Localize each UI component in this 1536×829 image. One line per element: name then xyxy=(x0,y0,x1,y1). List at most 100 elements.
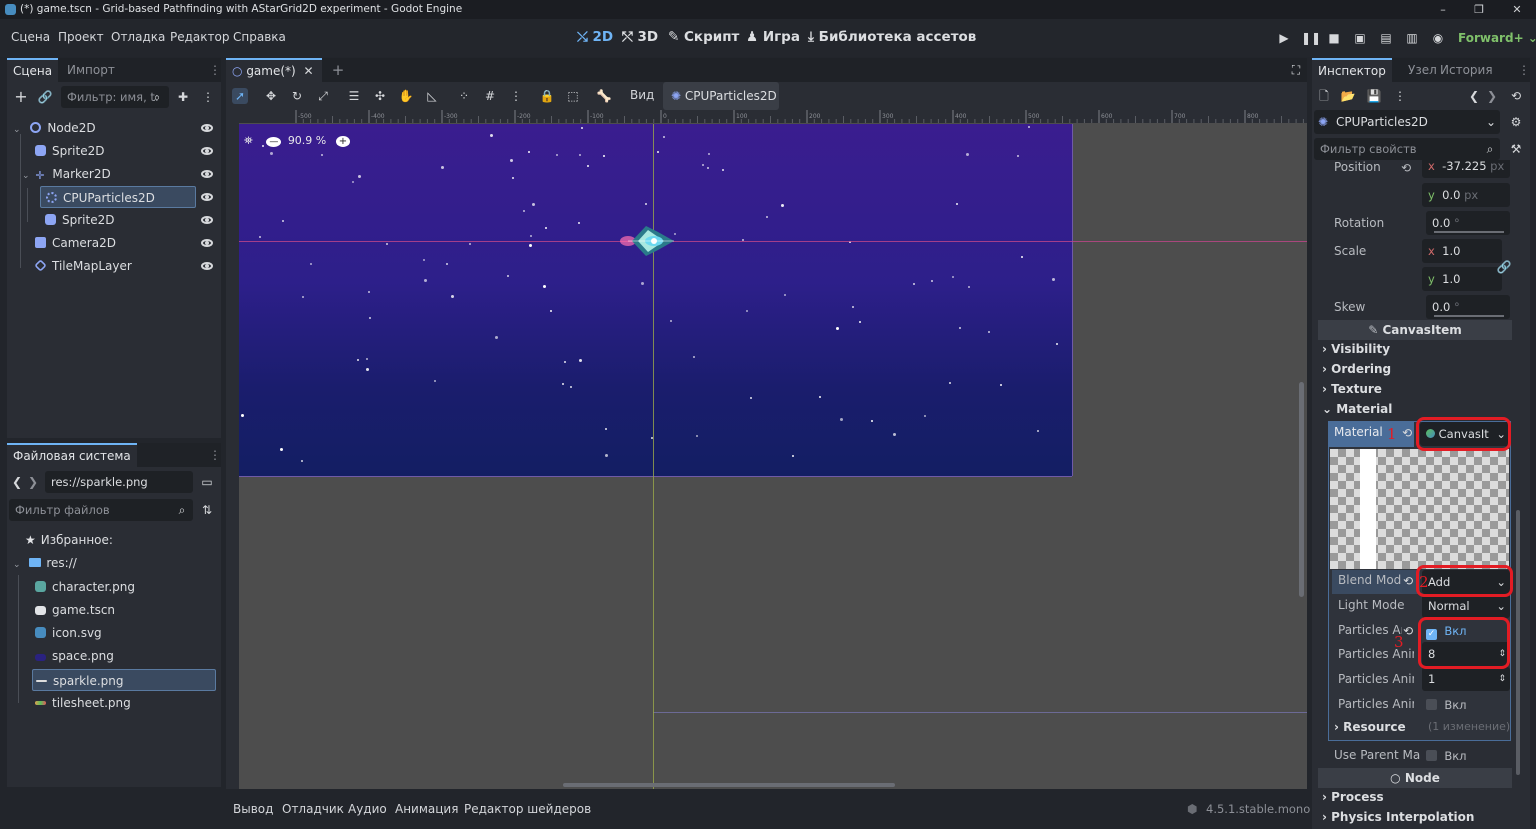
workspace-game[interactable]: ♟ Игра xyxy=(746,29,800,45)
resource-menu-icon[interactable]: ⋮ xyxy=(1392,88,1408,104)
section-material[interactable]: ⌄ Material xyxy=(1322,402,1392,416)
particles-anim-loop-checkbox[interactable]: Вкл xyxy=(1426,698,1467,712)
viewport-2d[interactable]: -500 -400 -300 -200 -100 0 100 200 300 400 500 600 7… xyxy=(226,110,1307,789)
object-history-icon[interactable]: ⟲ xyxy=(1508,88,1524,104)
tab-animation[interactable]: Анимация xyxy=(395,802,458,816)
zoom-in-icon[interactable]: + xyxy=(335,136,351,147)
grid-snap-icon[interactable]: # xyxy=(482,88,498,104)
fs-file-space[interactable]: space.png xyxy=(35,645,114,667)
horizontal-scrollbar[interactable] xyxy=(563,783,895,787)
fs-filter-input[interactable]: Фильтр файлов xyxy=(9,499,193,521)
group-icon[interactable]: ⬚ xyxy=(565,88,581,104)
node-header[interactable]: ○ Node xyxy=(1318,768,1512,788)
history-forward-icon[interactable]: ❯ xyxy=(1484,88,1500,104)
dock-menu-icon[interactable]: ⋮ xyxy=(207,62,223,78)
tab-filesystem[interactable]: Файловая система xyxy=(7,443,137,467)
workspace-assetlib[interactable]: ⤓ Библиотека ассетов xyxy=(808,29,976,45)
tree-node-sprite2d[interactable]: Sprite2D xyxy=(35,140,221,162)
particles-anim-v-frames-field[interactable]: 1 ⇕ xyxy=(1422,667,1510,691)
inspector-scrollbar[interactable] xyxy=(1516,510,1520,775)
zoom-out-icon[interactable]: — xyxy=(266,137,282,147)
tab-shader-editor[interactable]: Редактор шейдеров xyxy=(464,802,591,816)
visibility-eye-icon[interactable] xyxy=(201,216,213,224)
property-filter-input[interactable]: Фильтр свойств xyxy=(1314,138,1500,160)
revert-icon[interactable]: ⟲ xyxy=(1400,573,1416,589)
visibility-eye-icon[interactable] xyxy=(201,147,213,155)
pivot-tool-icon[interactable]: ✣ xyxy=(372,88,388,104)
tab-audio[interactable]: Аудио xyxy=(348,802,387,816)
tree-node-cpuparticles2d[interactable]: CPUParticles2D xyxy=(40,186,196,208)
tab-scene[interactable]: Сцена xyxy=(7,58,59,82)
list-select-icon[interactable]: ☰ xyxy=(346,88,362,104)
tab-output[interactable]: Вывод xyxy=(233,802,273,816)
light-mode-select[interactable]: Normal ⌄ xyxy=(1422,594,1510,618)
maximize-button[interactable]: ❐ xyxy=(1462,0,1496,19)
move-tool-icon[interactable]: ✥ xyxy=(263,88,279,104)
fs-file-icon-svg[interactable]: icon.svg xyxy=(35,622,102,644)
fs-file-sparkle[interactable]: sparkle.png xyxy=(32,669,216,691)
tree-node-marker2d[interactable]: ⌄ ✛ Marker2D xyxy=(22,163,221,185)
visibility-eye-icon[interactable] xyxy=(201,170,213,178)
fs-favorites[interactable]: ★ Избранное: xyxy=(25,529,113,551)
rotation-field[interactable]: 0.0 ° xyxy=(1426,211,1510,235)
add-node-icon[interactable]: + xyxy=(13,89,29,105)
section-resource[interactable]: › Resource xyxy=(1334,720,1406,734)
menu-scene[interactable]: Сцена xyxy=(11,30,50,44)
ruler-tool-icon[interactable]: ◺ xyxy=(424,88,440,104)
movie-maker-icon[interactable]: ◉ xyxy=(1430,30,1446,46)
fs-file-tilesheet[interactable]: tilesheet.png xyxy=(35,692,131,714)
section-ordering[interactable]: › Ordering xyxy=(1322,362,1391,376)
stop-icon[interactable]: ■ xyxy=(1326,30,1342,46)
tree-node-camera2d[interactable]: Camera2D xyxy=(35,232,221,254)
play-custom-scene-icon[interactable]: ▥ xyxy=(1404,30,1420,46)
add-tab-icon[interactable]: + xyxy=(330,62,346,78)
center-view-icon[interactable]: ⛯ xyxy=(244,134,253,147)
menu-project[interactable]: Проект xyxy=(58,30,104,44)
fs-path-input[interactable]: res://sparkle.png xyxy=(45,471,193,493)
use-parent-material-checkbox[interactable]: Вкл xyxy=(1426,749,1467,763)
back-icon[interactable]: ❮ xyxy=(9,474,25,490)
pause-icon[interactable]: ❚❚ xyxy=(1301,30,1321,46)
renderer-select[interactable]: Forward+ ⌄ xyxy=(1458,31,1536,45)
close-window-button[interactable]: ✕ xyxy=(1500,0,1534,19)
revert-icon[interactable]: ⟲ xyxy=(1398,160,1414,176)
skeleton-icon[interactable]: 🦴 xyxy=(596,88,612,104)
history-back-icon[interactable]: ❮ xyxy=(1466,88,1482,104)
menu-editor[interactable]: Редактор xyxy=(170,30,229,44)
play-scene-icon[interactable]: ▤ xyxy=(1378,30,1394,46)
play-icon[interactable]: ▶ xyxy=(1276,30,1292,46)
link-scale-icon[interactable]: 🔗 xyxy=(1496,259,1512,275)
visibility-eye-icon[interactable] xyxy=(201,193,213,201)
link-icon[interactable]: 🔗 xyxy=(37,89,53,105)
tab-debugger[interactable]: Отладчик xyxy=(282,802,344,816)
dock-menu-icon[interactable]: ⋮ xyxy=(207,447,223,463)
tab-inspector[interactable]: Инспектор xyxy=(1312,58,1392,82)
smart-snap-icon[interactable]: ⁘ xyxy=(456,88,472,104)
split-view-icon[interactable]: ▭ xyxy=(199,474,215,490)
tree-node-tilemaplayer[interactable]: TileMapLayer xyxy=(34,255,221,277)
tree-node-node2d[interactable]: ⌄ Node2D xyxy=(13,117,221,139)
new-resource-icon[interactable]: 🗋 xyxy=(1316,88,1332,104)
property-options-icon[interactable]: ⚒ xyxy=(1508,141,1524,157)
view-menu[interactable]: Вид xyxy=(630,88,654,102)
vertical-scrollbar[interactable] xyxy=(1299,382,1304,597)
rotate-tool-icon[interactable]: ↻ xyxy=(289,88,305,104)
forward-icon[interactable]: ❯ xyxy=(25,474,41,490)
zoom-level[interactable]: 90.9 % xyxy=(288,134,326,147)
tab-import[interactable]: Импорт xyxy=(61,58,121,82)
tree-node-sprite2d-child[interactable]: Sprite2D xyxy=(45,209,221,231)
revert-icon[interactable]: ⟲ xyxy=(1399,425,1415,441)
visibility-eye-icon[interactable] xyxy=(201,239,213,247)
inspector-settings-icon[interactable]: ⚙ xyxy=(1508,114,1524,130)
fs-file-game-tscn[interactable]: game.tscn xyxy=(35,599,115,621)
fs-file-character[interactable]: character.png xyxy=(35,576,135,598)
workspace-2d[interactable]: ⤯ 2D xyxy=(577,29,613,45)
sort-icon[interactable]: ⇅ xyxy=(199,502,215,518)
menu-help[interactable]: Справка xyxy=(233,30,286,44)
cpuparticles-menu[interactable]: ✺ CPUParticles2D xyxy=(663,82,779,110)
visibility-eye-icon[interactable] xyxy=(201,124,213,132)
tab-game-scene[interactable]: ○ game(*) ✕ xyxy=(226,58,322,82)
menu-debug[interactable]: Отладка xyxy=(111,30,165,44)
tab-history[interactable]: История xyxy=(1434,58,1499,82)
section-physics-interpolation[interactable]: › Physics Interpolation xyxy=(1322,810,1474,824)
